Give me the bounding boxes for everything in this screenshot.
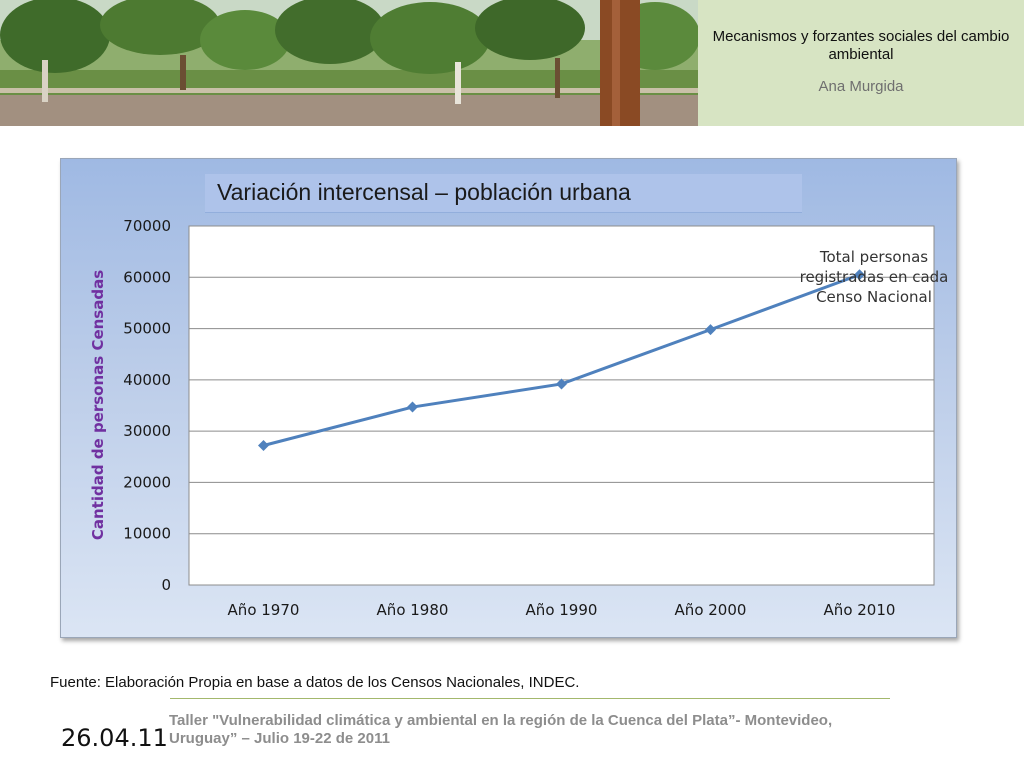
y-tick-label: 0 bbox=[161, 576, 171, 594]
legend-label: registradas en cada bbox=[800, 268, 949, 286]
y-axis-label: Cantidad de personas Censadas bbox=[89, 270, 107, 540]
event-caption: Taller "Vulnerabilidad climática y ambie… bbox=[169, 712, 833, 747]
legend-label: Total personas bbox=[819, 248, 928, 266]
source-note: Fuente: Elaboración Propia en base a dat… bbox=[50, 674, 580, 691]
x-tick-label: Año 1990 bbox=[526, 601, 598, 619]
y-tick-label: 60000 bbox=[123, 268, 171, 286]
x-tick-label: Año 2010 bbox=[824, 601, 896, 619]
y-tick-label: 10000 bbox=[123, 525, 171, 543]
y-tick-label: 50000 bbox=[123, 320, 171, 338]
y-tick-label: 20000 bbox=[123, 473, 171, 491]
legend-label: Censo Nacional bbox=[816, 288, 932, 306]
slide-date: 26.04.11 bbox=[61, 724, 168, 752]
x-tick-label: Año 1970 bbox=[228, 601, 300, 619]
x-tick-label: Año 2000 bbox=[675, 601, 747, 619]
footer-divider bbox=[170, 698, 890, 699]
x-tick-label: Año 1980 bbox=[377, 601, 449, 619]
y-tick-label: 40000 bbox=[123, 371, 171, 389]
line-chart: 0 10000 20000 30000 40000 50000 60000 70000 Año … bbox=[89, 217, 949, 619]
y-tick-label: 70000 bbox=[123, 217, 171, 235]
y-tick-label: 30000 bbox=[123, 422, 171, 440]
